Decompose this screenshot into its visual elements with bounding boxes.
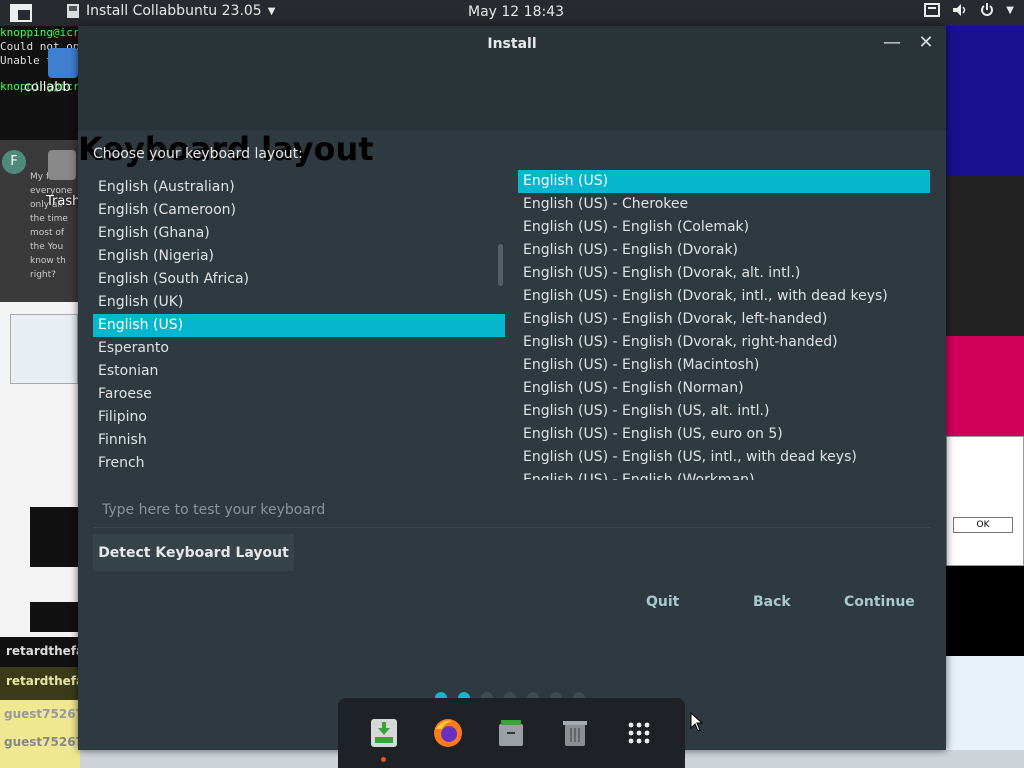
power-icon[interactable] — [980, 3, 994, 17]
variant-item[interactable]: English (US) - Cherokee — [518, 193, 930, 216]
minimize-button[interactable]: — — [882, 32, 902, 53]
layout-item[interactable]: Finnish — [93, 429, 505, 452]
layout-item[interactable]: English (Nigeria) — [93, 245, 505, 268]
home-folder-icon[interactable] — [48, 48, 78, 78]
layout-item-selected[interactable]: English (US) — [93, 314, 505, 337]
layout-item[interactable]: Filipino — [93, 406, 505, 429]
background-window — [946, 656, 1024, 751]
variant-item[interactable]: English (US) - English (Colemak) — [518, 216, 930, 239]
home-folder-label: collabb — [24, 80, 71, 95]
variant-item[interactable]: English (US) - English (Dvorak, intl., w… — [518, 285, 930, 308]
variant-item[interactable]: English (US) - English (Norman) — [518, 377, 930, 400]
screen-keyboard-icon[interactable] — [924, 3, 941, 17]
avatar: F — [2, 150, 26, 174]
variant-item[interactable]: English (US) - English (Dvorak) — [518, 239, 930, 262]
installer-small-icon — [67, 4, 79, 18]
trash-icon[interactable] — [48, 150, 76, 180]
variant-item[interactable]: English (US) - English (Dvorak, right-ha… — [518, 331, 930, 354]
layout-item[interactable]: English (Ghana) — [93, 222, 505, 245]
installer-window: Install — ✕ Keyboard layout Choose your … — [78, 26, 946, 750]
firefox-icon[interactable] — [431, 716, 465, 750]
background-browser-window — [0, 302, 80, 637]
trash-icon[interactable] — [558, 716, 592, 750]
window-title: Install — [487, 36, 537, 52]
ok-button: OK — [953, 517, 1013, 533]
installer-icon[interactable] — [367, 716, 401, 762]
chevron-down-icon[interactable]: ▼ — [1006, 5, 1014, 16]
detect-keyboard-layout-button[interactable]: Detect Keyboard Layout — [93, 534, 294, 571]
background-dialog: OK — [946, 436, 1024, 566]
variant-list[interactable]: English (US) English (US) - Cherokee Eng… — [518, 170, 930, 480]
layout-item[interactable]: Esperanto — [93, 337, 505, 360]
mouse-cursor-icon — [690, 712, 704, 732]
background-chat-username: guest75267 guest75267 — [0, 700, 80, 768]
layout-item[interactable]: Faroese — [93, 383, 505, 406]
background-chat-username: retardthefa — [0, 637, 80, 667]
close-button[interactable]: ✕ — [916, 32, 936, 53]
layout-item[interactable]: English (Australian) — [93, 176, 505, 199]
top-panel: Install Collabbuntu 23.05 ▼ May 12 18:43… — [0, 0, 1024, 26]
background-image — [946, 26, 1024, 176]
layout-list-scrollbar[interactable] — [498, 244, 503, 286]
window-titlebar[interactable]: Install — ✕ — [78, 26, 946, 64]
layout-list[interactable]: English (Australian) English (Cameroon) … — [93, 170, 505, 480]
app-grid-icon[interactable] — [622, 716, 656, 750]
variant-item[interactable]: English (US) - English (Macintosh) — [518, 354, 930, 377]
chat-text: My fa everyone only all the time most of… — [30, 172, 73, 280]
app-menu[interactable]: Install Collabbuntu 23.05 ▼ — [66, 3, 275, 19]
background-chat-username: retardthefa — [0, 667, 80, 700]
variant-item[interactable]: English (US) - English (Workman) — [518, 469, 930, 480]
layout-prompt: Choose your keyboard layout: — [93, 146, 303, 162]
trash-label: Trash — [46, 194, 81, 209]
layout-item[interactable]: English (Cameroon) — [93, 199, 505, 222]
quit-button[interactable]: Quit — [646, 594, 679, 610]
app-menu-label: Install Collabbuntu 23.05 — [86, 3, 262, 19]
chevron-down-icon: ▼ — [267, 5, 276, 17]
variant-item[interactable]: English (US) - English (US, alt. intl.) — [518, 400, 930, 423]
keyboard-test-input[interactable] — [93, 492, 931, 528]
variant-item-selected[interactable]: English (US) — [518, 170, 930, 193]
running-indicator — [380, 757, 386, 762]
layout-item[interactable]: French — [93, 452, 505, 475]
terminal-line: knopping@icroknoppix — [0, 26, 80, 39]
variant-item[interactable]: English (US) - English (Dvorak, alt. int… — [518, 262, 930, 285]
variant-item[interactable]: English (US) - English (US, intl., with … — [518, 446, 930, 469]
system-tray[interactable]: ▼ — [924, 3, 1014, 17]
layout-item[interactable]: English (South Africa) — [93, 268, 505, 291]
volume-icon[interactable] — [952, 3, 968, 17]
clock[interactable]: May 12 18:43 — [468, 4, 564, 20]
continue-button[interactable]: Continue — [844, 594, 915, 610]
files-icon[interactable] — [494, 716, 528, 750]
variant-item[interactable]: English (US) - English (US, euro on 5) — [518, 423, 930, 446]
background-image — [946, 176, 1024, 336]
dock — [338, 698, 685, 768]
back-button[interactable]: Back — [753, 594, 791, 610]
layout-item[interactable]: English (UK) — [93, 291, 505, 314]
background-image — [946, 336, 1024, 436]
page-header — [78, 64, 946, 130]
activities-icon[interactable] — [10, 4, 32, 22]
layout-item[interactable]: Estonian — [93, 360, 505, 383]
variant-item[interactable]: English (US) - English (Dvorak, left-han… — [518, 308, 930, 331]
